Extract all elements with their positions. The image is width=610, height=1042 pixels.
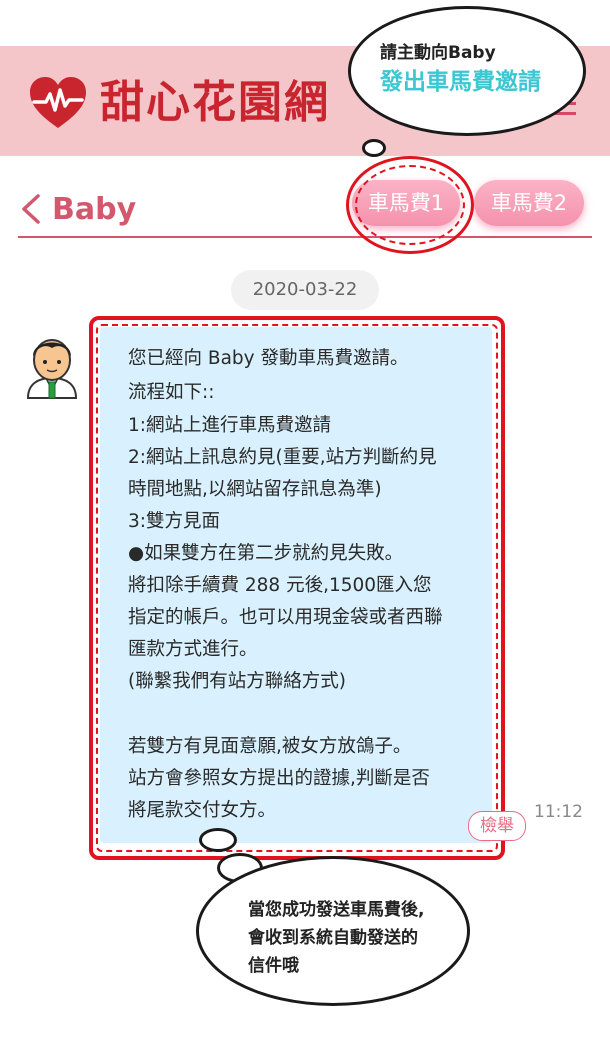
back-chevron-icon[interactable]	[18, 192, 48, 226]
fee-button-highlight	[346, 156, 474, 254]
message-line: ●如果雙方在第二步就約見失敗。	[128, 543, 404, 564]
message-line: 流程如下::	[128, 382, 215, 403]
fee-button-2[interactable]: 車馬費2	[474, 180, 584, 226]
callout-top-line: 請主動向Baby	[380, 43, 496, 63]
date-divider: 2020-03-22	[231, 270, 379, 310]
callout-bottom-line: 當您成功發送車馬費後,	[248, 900, 425, 920]
report-button[interactable]: 檢舉	[468, 811, 526, 841]
message-line: 若雙方有見面意願,被女方放鴿子。	[128, 736, 412, 757]
user-avatar-icon	[26, 339, 78, 399]
heart-pulse-logo-icon	[30, 77, 86, 128]
message-line: (聯繫我們有站方聯絡方式)	[128, 671, 346, 692]
callout-bottom-line: 會收到系統自動發送的	[248, 928, 418, 948]
callout-bottom-line: 信件哦	[248, 956, 299, 976]
message-line: 您已經向 Baby 發動車馬費邀請。	[128, 348, 409, 369]
callout-top-highlight-line: 發出車馬費邀請	[380, 69, 541, 95]
message-timestamp: 11:12	[534, 802, 583, 822]
message-line: 站方會參照女方提出的證據,判斷是否	[128, 768, 430, 789]
callout-tail	[199, 828, 237, 852]
message-line: 將尾款交付女方。	[128, 800, 277, 821]
message-line: 將扣除手續費 288 元後,1500匯入您	[128, 575, 432, 596]
message-line: 3:雙方見面	[128, 511, 221, 532]
message-line: 1:網站上進行車馬費邀請	[128, 415, 332, 436]
message-line: 時間地點,以網站留存訊息為準)	[128, 479, 382, 500]
message-line: 指定的帳戶。也可以用現金袋或者西聯	[128, 607, 443, 628]
site-logo-text: 甜心花園網	[100, 77, 330, 128]
message-line: 2:網站上訊息約見(重要,站方判斷約見	[128, 447, 437, 468]
chat-partner-name: Baby	[52, 192, 137, 227]
callout-tail	[362, 139, 386, 157]
message-line: 匯款方式進行。	[128, 639, 258, 660]
